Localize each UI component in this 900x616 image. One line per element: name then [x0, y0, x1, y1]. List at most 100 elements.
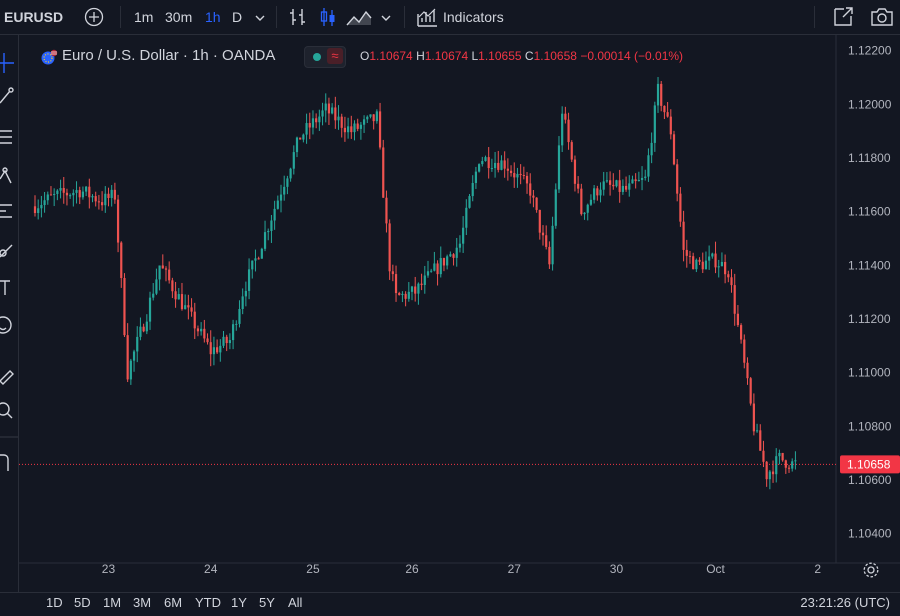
candle-body — [225, 336, 228, 344]
range-all[interactable]: All — [288, 595, 302, 610]
candle-body — [557, 145, 561, 190]
flag-icon — [40, 49, 58, 65]
candle-body — [59, 187, 62, 191]
snapshot-camera-icon[interactable] — [870, 6, 894, 28]
candle-body — [254, 258, 257, 261]
candles-style-icon[interactable] — [318, 6, 338, 28]
candle-body — [295, 137, 299, 153]
range-ytd[interactable]: YTD — [195, 595, 221, 610]
candle-body — [525, 175, 529, 184]
interval-1m[interactable]: 1m — [134, 0, 153, 34]
fullscreen-icon[interactable] — [832, 6, 854, 28]
range-5y[interactable]: 5Y — [259, 595, 275, 610]
candle-body — [343, 127, 347, 133]
candle-body — [302, 134, 305, 140]
indicators-button[interactable]: Indicators — [443, 0, 504, 34]
magnet-icon[interactable] — [0, 454, 9, 471]
interval-d[interactable]: D — [232, 0, 242, 34]
chart-settings-gear-icon[interactable] — [862, 561, 880, 579]
candle-body — [577, 183, 580, 189]
y-tick-label: 1.11000 — [848, 366, 891, 380]
zoom-icon[interactable] — [0, 402, 13, 419]
interval-1h[interactable]: 1h — [205, 0, 221, 34]
candle-body — [730, 277, 733, 286]
emoji-icon[interactable] — [0, 316, 12, 334]
top-toolbar: EURUSD 1m 30m 1h D Indicators — [0, 0, 900, 35]
candle-body — [56, 190, 59, 194]
candle-body — [771, 471, 775, 475]
compare-add-icon[interactable] — [84, 7, 104, 27]
range-3m[interactable]: 3M — [133, 595, 151, 610]
y-tick-label: 1.12000 — [848, 97, 892, 111]
chart-type-dropdown-icon[interactable] — [380, 11, 392, 23]
symbol-search[interactable]: EURUSD — [4, 0, 63, 34]
candle-body — [72, 192, 75, 196]
candle-body — [609, 180, 612, 185]
interval-dropdown-icon[interactable] — [254, 11, 266, 23]
chart-area[interactable]: 1.12200 1.12000 1.11800 1.11600 1.11400 1.112… — [19, 35, 900, 611]
range-6m[interactable]: 6M — [164, 595, 182, 610]
area-style-icon[interactable] — [346, 6, 372, 28]
candle-body — [538, 209, 541, 233]
candle-body — [174, 291, 177, 300]
candle-body — [216, 347, 219, 353]
range-1y[interactable]: 1Y — [231, 595, 247, 610]
candle-body — [292, 152, 295, 169]
candle-body — [500, 160, 503, 170]
range-5d[interactable]: 5D — [74, 595, 91, 610]
fib-retracement-icon[interactable] — [0, 130, 12, 144]
candle-body — [193, 311, 196, 329]
x-tick-label: 25 — [306, 562, 320, 576]
crosshair-icon[interactable] — [0, 53, 14, 73]
candle-body — [158, 265, 161, 280]
candle-body — [545, 235, 548, 247]
last-price-label: 1.10658 — [847, 457, 891, 471]
candle-body — [455, 247, 458, 258]
candle-body — [583, 212, 586, 215]
candle-body — [116, 199, 120, 243]
candle-body — [107, 193, 110, 198]
candle-body — [711, 253, 714, 257]
candle-body — [247, 269, 251, 291]
candle-body — [768, 471, 771, 480]
symbol-title[interactable]: Euro / U.S. Dollar · 1h · OANDA — [62, 47, 275, 64]
range-1d[interactable]: 1D — [46, 595, 63, 610]
indicators-icon[interactable] — [416, 6, 438, 28]
candle-body — [222, 336, 225, 346]
candle-body — [653, 105, 656, 143]
candle-body — [155, 279, 158, 294]
trend-line-icon[interactable] — [0, 87, 14, 104]
candle-body — [692, 256, 695, 270]
candle-body — [337, 116, 340, 121]
ruler-icon[interactable] — [0, 370, 14, 385]
interval-30m[interactable]: 30m — [165, 0, 192, 34]
candle-body — [104, 193, 107, 206]
candle-body — [759, 430, 762, 451]
bars-style-icon[interactable] — [288, 6, 308, 28]
price-chart[interactable]: 1.12200 1.12000 1.11800 1.11600 1.11400 1.112… — [19, 35, 900, 611]
brush-icon[interactable] — [0, 244, 13, 258]
candle-body — [126, 335, 129, 380]
candle-body — [436, 263, 439, 275]
text-icon[interactable] — [0, 280, 10, 295]
candle-body — [231, 324, 235, 341]
utc-clock[interactable]: 23:21:26 (UTC) — [800, 595, 890, 610]
candle-body — [244, 290, 247, 297]
pattern-icon[interactable] — [0, 167, 12, 184]
market-status-pill[interactable]: ≈ — [304, 46, 346, 68]
x-tick-label: 30 — [610, 562, 624, 576]
candle-body — [717, 266, 720, 268]
candle-body — [714, 253, 717, 268]
candle-body — [279, 194, 283, 201]
candle-body — [474, 171, 478, 183]
candle-body — [791, 461, 794, 469]
candle-body — [350, 126, 353, 133]
close-value: 1.10658 — [533, 49, 577, 63]
candle-body — [462, 227, 465, 244]
prediction-icon[interactable] — [0, 204, 12, 218]
candle-body — [347, 126, 350, 133]
candle-body — [593, 188, 596, 200]
range-1m[interactable]: 1M — [103, 595, 121, 610]
candle-body — [129, 360, 132, 380]
market-status-glyph: ≈ — [327, 48, 343, 64]
